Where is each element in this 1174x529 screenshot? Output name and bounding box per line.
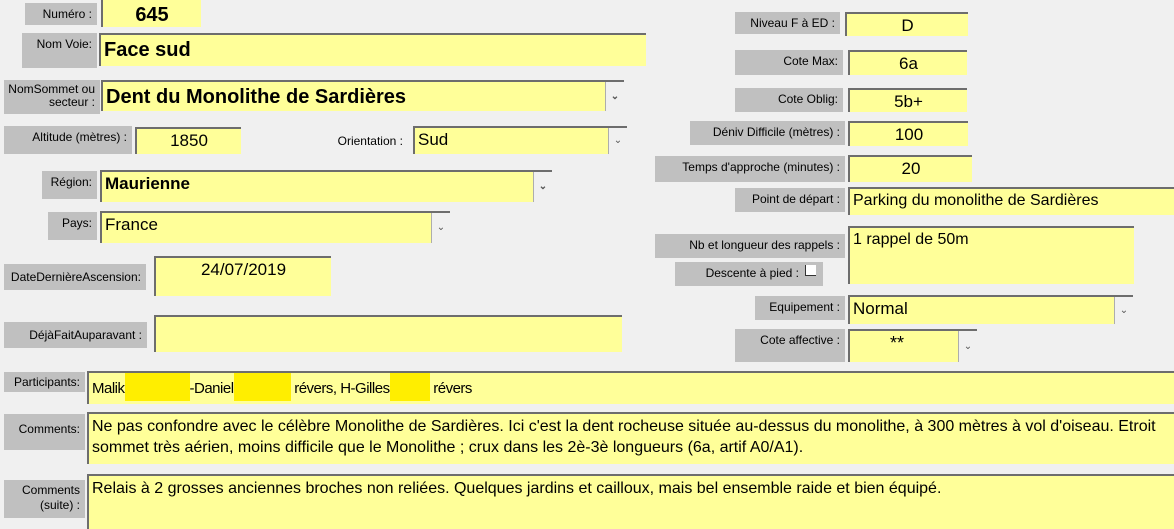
rappels-field[interactable]: 1 rappel de 50m: [848, 226, 1134, 284]
cote-affective-label: Cote affective :: [735, 329, 845, 362]
comments-label: Comments:: [4, 414, 85, 450]
pays-value: France: [105, 215, 158, 234]
altitude-label: Altitude (mètres) :: [4, 126, 132, 154]
point-depart-field[interactable]: Parking du monolithe de Sardières: [848, 187, 1174, 215]
orientation-value: Sud: [418, 130, 449, 149]
rappels-label: Nb et longueur des rappels :: [655, 234, 845, 258]
nom-voie-field[interactable]: Face sud: [99, 33, 646, 66]
chevron-down-icon[interactable]: ⌄: [605, 82, 624, 111]
niveau-label: Niveau F à ED :: [735, 12, 840, 34]
chevron-down-icon[interactable]: ⌄: [1114, 297, 1133, 324]
orientation-label: Orientation :: [337, 134, 403, 148]
redaction: [233, 373, 291, 401]
participant-text: -Daniel: [189, 379, 235, 397]
nom-sommet-label: NomSommet ou secteur :: [4, 80, 100, 114]
equipement-value: Normal: [853, 299, 908, 318]
date-derniere-field[interactable]: 24/07/2019: [154, 256, 331, 296]
nom-sommet-value: Dent du Monolithe de Sardières: [106, 86, 407, 108]
temps-approche-field[interactable]: 20: [848, 155, 972, 182]
altitude-field[interactable]: 1850: [135, 127, 241, 154]
deja-fait-label: DéjàFaitAuparavant :: [4, 322, 147, 348]
temps-approche-label: Temps d'approche (minutes) :: [655, 156, 845, 182]
region-combo[interactable]: Maurienne ⌄: [100, 170, 552, 202]
nom-voie-label: Nom Voie:: [22, 33, 97, 68]
pays-combo[interactable]: France ⌄: [100, 211, 450, 243]
participants-label: Participants:: [4, 372, 85, 392]
comments-field[interactable]: Ne pas confondre avec le célèbre Monolit…: [87, 412, 1174, 464]
nom-sommet-combo[interactable]: Dent du Monolithe de Sardières ⌄: [101, 80, 624, 111]
chevron-down-icon[interactable]: ⌄: [958, 331, 977, 362]
deniv-field[interactable]: 100: [848, 121, 968, 146]
cote-oblig-field[interactable]: 5b+: [848, 88, 967, 112]
chevron-down-icon[interactable]: ⌄: [431, 213, 450, 243]
participants-field[interactable]: Malik -Daniel révers, H-Gilles révers: [87, 371, 1174, 404]
numero-field[interactable]: 645: [101, 0, 201, 27]
orientation-combo[interactable]: Sud ⌄: [413, 126, 627, 154]
cote-affective-combo[interactable]: ** ⌄: [848, 329, 977, 362]
region-value: Maurienne: [105, 174, 191, 193]
point-depart-label: Point de départ :: [735, 188, 845, 212]
participant-text: révers, H-Gilles: [294, 379, 390, 397]
deniv-label: Déniv Difficile (mètres) :: [690, 121, 845, 145]
date-derniere-label: DateDernièreAscension:: [4, 264, 146, 290]
equipement-combo[interactable]: Normal ⌄: [848, 295, 1133, 324]
cote-max-label: Cote Max:: [735, 50, 843, 75]
comments-suite-label: Comments (suite) :: [4, 480, 85, 518]
redaction: [389, 373, 430, 401]
descente-pied-label: Descente à pied :: [675, 262, 823, 286]
participant-text: révers: [433, 379, 472, 397]
pays-label: Pays:: [48, 212, 97, 240]
chevron-down-icon[interactable]: ⌄: [608, 128, 627, 154]
cote-oblig-label: Cote Oblig:: [735, 88, 843, 112]
cote-max-field[interactable]: 6a: [848, 50, 967, 75]
chevron-down-icon[interactable]: ⌄: [533, 172, 552, 202]
participant-text: Malik: [92, 379, 125, 397]
numero-label: Numéro :: [25, 3, 97, 25]
deja-fait-field[interactable]: [154, 315, 622, 352]
equipement-label: Equipement :: [755, 296, 845, 320]
niveau-field[interactable]: D: [845, 12, 968, 36]
region-label: Région:: [42, 171, 97, 199]
cote-affective-value: **: [890, 333, 905, 353]
redaction: [124, 373, 190, 401]
descente-pied-checkbox[interactable]: [805, 265, 816, 276]
comments-suite-field[interactable]: Relais à 2 grosses anciennes broches non…: [87, 474, 1174, 529]
